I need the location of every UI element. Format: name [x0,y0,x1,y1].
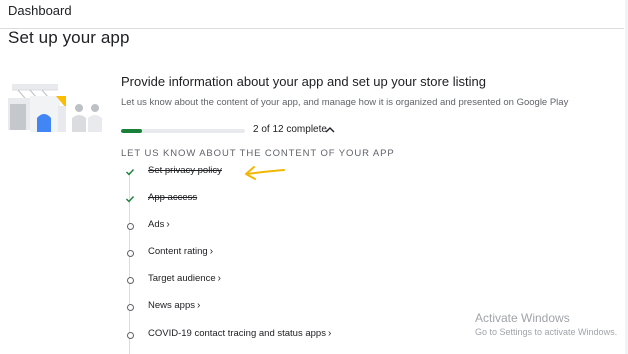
chevron-right-icon: › [197,300,201,311]
watermark-subtitle: Go to Settings to activate Windows. [475,327,618,337]
task-label[interactable]: App access [148,192,197,203]
task-label[interactable]: Ads › [148,219,170,230]
collapse-button[interactable] [323,123,337,137]
progress-bar [121,129,245,133]
section-title: Provide information about your app and s… [121,74,486,89]
task-item-app-access[interactable]: App access [118,192,418,206]
step-dot-icon [124,247,136,259]
step-dot-icon [124,329,136,341]
chevron-right-icon: › [217,273,221,284]
breadcrumb[interactable]: Dashboard [8,3,72,18]
page-title: Set up your app [8,28,130,47]
group-heading: LET US KNOW ABOUT THE CONTENT OF YOUR AP… [121,148,395,159]
task-item-news-apps[interactable]: News apps › [118,300,418,314]
progress-bar-fill [121,129,142,133]
chevron-right-icon: › [327,328,332,339]
task-label[interactable]: Content rating › [148,246,213,257]
step-dot-icon [124,301,136,313]
check-icon [124,193,136,205]
annotation-arrow-icon [245,166,285,180]
task-item-covid-apps[interactable]: COVID-19 contact tracing and status apps… [118,328,418,342]
task-label[interactable]: COVID-19 contact tracing and status apps… [148,328,331,339]
task-item-content-rating[interactable]: Content rating › [118,246,418,260]
task-label[interactable]: News apps › [148,300,200,311]
setup-illustration [8,84,102,132]
chevron-right-icon: › [166,219,170,230]
step-dot-icon [124,274,136,286]
section-subtitle: Let us know about the content of your ap… [121,97,569,108]
task-item-target-audience[interactable]: Target audience › [118,273,418,287]
check-icon [124,166,136,178]
watermark-title: Activate Windows [475,311,570,325]
task-item-ads[interactable]: Ads › [118,219,418,233]
activate-windows-watermark: Activate Windows Go to Settings to activ… [475,311,617,337]
chevron-up-icon [325,127,335,133]
task-label[interactable]: Set privacy policy [148,165,222,176]
progress-label: 2 of 12 complete [253,124,327,135]
step-dot-icon [124,220,136,232]
chevron-right-icon: › [209,246,214,257]
task-label[interactable]: Target audience › [148,273,221,284]
